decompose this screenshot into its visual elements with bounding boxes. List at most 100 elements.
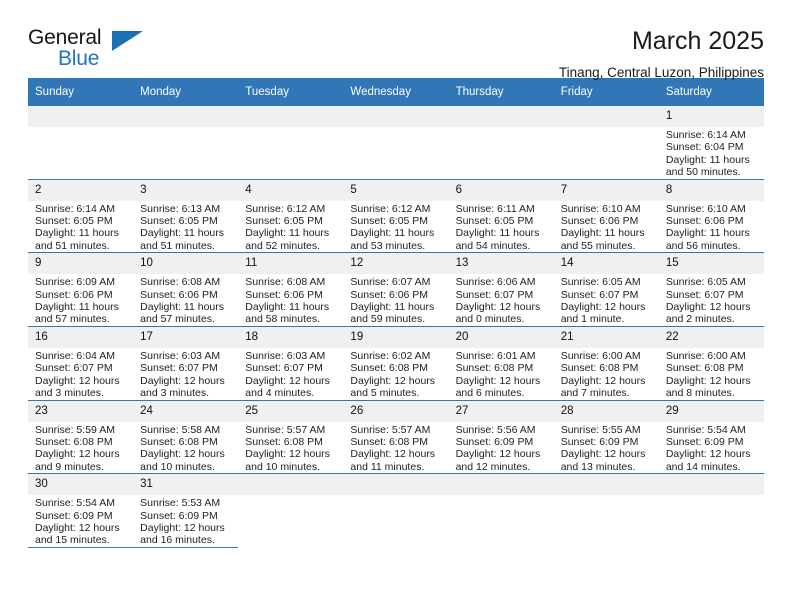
calendar-day-cell[interactable]: 28 Sunrise: 5:55 AM Sunset: 6:09 PM Dayligh… (553, 400, 659, 475)
day-sun-info: Sunrise: 6:12 AM Sunset: 6:05 PM Daylight:… (238, 201, 343, 253)
day-number: 14 (553, 253, 659, 275)
sunset-time: Sunset: 6:09 PM (35, 509, 113, 522)
day-sun-info: Sunrise: 6:06 AM Sunset: 6:07 PM Daylight:… (449, 274, 554, 326)
sunrise-time: Sunrise: 6:12 AM (350, 202, 431, 215)
calendar-day-cell-empty (133, 106, 239, 180)
day-number: 6 (448, 179, 554, 201)
sunrise-time: Sunrise: 5:58 AM (140, 423, 221, 436)
day-number (448, 474, 554, 496)
daylight-duration: Daylight: 12 hours and 5 minutes. (350, 374, 436, 400)
calendar-day-cell[interactable]: 15 Sunrise: 6:05 AM Sunset: 6:07 PM Dayligh… (658, 252, 764, 327)
calendar-day-cell-empty (448, 473, 554, 548)
calendar-day-cell[interactable]: 9 Sunrise: 6:09 AM Sunset: 6:06 PM Daylight… (28, 252, 134, 327)
day-sun-info: Sunrise: 5:54 AM Sunset: 6:09 PM Daylight:… (659, 422, 764, 474)
day-number: 8 (658, 179, 764, 201)
calendar-day-cell[interactable]: 3 Sunrise: 6:13 AM Sunset: 6:05 PM Daylight… (133, 179, 239, 254)
day-number (28, 106, 134, 127)
day-sun-info: Sunrise: 6:08 AM Sunset: 6:06 PM Daylight:… (133, 274, 238, 326)
day-sun-info: Sunrise: 5:54 AM Sunset: 6:09 PM Daylight:… (28, 495, 133, 547)
calendar-day-cell[interactable]: 25 Sunrise: 5:57 AM Sunset: 6:08 PM Dayligh… (238, 400, 344, 475)
calendar-day-cell-empty (343, 106, 449, 180)
sunrise-time: Sunrise: 5:57 AM (245, 423, 326, 436)
daylight-duration: Daylight: 12 hours and 4 minutes. (245, 374, 330, 400)
day-sun-info: Sunrise: 5:56 AM Sunset: 6:09 PM Daylight:… (449, 422, 554, 474)
day-sun-info: Sunrise: 6:08 AM Sunset: 6:06 PM Daylight:… (238, 274, 343, 326)
weekday-header-tuesday: Tuesday (238, 78, 344, 106)
sunset-time: Sunset: 6:08 PM (665, 362, 744, 375)
day-number: 23 (28, 400, 134, 422)
calendar-day-cell-empty (448, 106, 554, 180)
calendar-day-cell[interactable]: 10 Sunrise: 6:08 AM Sunset: 6:06 PM Dayligh… (133, 252, 239, 327)
sunset-time: Sunset: 6:05 PM (350, 215, 429, 228)
sunset-time: Sunset: 6:09 PM (665, 435, 744, 448)
calendar-day-cell[interactable]: 5 Sunrise: 6:12 AM Sunset: 6:05 PM Daylight… (343, 179, 449, 254)
calendar-day-cell[interactable]: 24 Sunrise: 5:58 AM Sunset: 6:08 PM Dayligh… (133, 400, 239, 475)
calendar-day-cell[interactable]: 26 Sunrise: 5:57 AM Sunset: 6:08 PM Dayligh… (343, 400, 449, 475)
day-number: 15 (658, 253, 764, 275)
sunset-time: Sunset: 6:06 PM (560, 215, 639, 228)
day-sun-info: Sunrise: 6:07 AM Sunset: 6:06 PM Daylight:… (343, 274, 448, 326)
daylight-duration: Daylight: 12 hours and 12 minutes. (455, 448, 541, 473)
day-number: 21 (553, 326, 659, 348)
daylight-duration: Daylight: 12 hours and 11 minutes. (350, 448, 436, 473)
day-number: 19 (343, 326, 449, 348)
calendar-week-row: 16 Sunrise: 6:04 AM Sunset: 6:07 PM Dayligh… (28, 326, 764, 401)
daylight-duration: Daylight: 11 hours and 50 minutes. (665, 153, 750, 179)
calendar-day-cell[interactable]: 20 Sunrise: 6:01 AM Sunset: 6:08 PM Dayligh… (448, 326, 554, 401)
day-number: 9 (28, 253, 134, 275)
day-number (343, 106, 449, 127)
calendar-day-cell[interactable]: 12 Sunrise: 6:07 AM Sunset: 6:06 PM Dayligh… (343, 252, 449, 327)
calendar-day-cell-empty (658, 473, 764, 548)
day-number: 7 (553, 179, 659, 201)
calendar-day-cell[interactable]: 4 Sunrise: 6:12 AM Sunset: 6:05 PM Daylight… (238, 179, 344, 254)
calendar-day-cell[interactable]: 19 Sunrise: 6:02 AM Sunset: 6:08 PM Dayligh… (343, 326, 449, 401)
calendar-day-cell[interactable]: 22 Sunrise: 6:00 AM Sunset: 6:08 PM Dayligh… (658, 326, 764, 401)
sunset-time: Sunset: 6:06 PM (140, 288, 218, 301)
sunrise-time: Sunrise: 5:56 AM (455, 423, 536, 436)
day-number (553, 106, 659, 127)
page-header: General Blue March 2025 Tinang, Central … (28, 0, 764, 80)
sunrise-time: Sunrise: 5:55 AM (560, 423, 641, 436)
sunset-time: Sunset: 6:05 PM (35, 215, 113, 228)
daylight-duration: Daylight: 12 hours and 7 minutes. (560, 374, 646, 400)
calendar-day-cell[interactable]: 23 Sunrise: 5:59 AM Sunset: 6:08 PM Dayligh… (28, 400, 134, 475)
calendar-day-cell-empty (553, 473, 659, 548)
day-sun-info: Sunrise: 6:04 AM Sunset: 6:07 PM Daylight:… (28, 348, 133, 400)
day-sun-info: Sunrise: 6:00 AM Sunset: 6:08 PM Daylight:… (554, 348, 659, 400)
daylight-duration: Daylight: 11 hours and 59 minutes. (350, 301, 435, 326)
sunset-time: Sunset: 6:06 PM (35, 288, 113, 301)
calendar-day-cell[interactable]: 6 Sunrise: 6:11 AM Sunset: 6:05 PM Daylight… (448, 179, 554, 254)
calendar-day-cell[interactable]: 14 Sunrise: 6:05 AM Sunset: 6:07 PM Dayligh… (553, 252, 659, 327)
calendar-day-cell[interactable]: 31 Sunrise: 5:53 AM Sunset: 6:09 PM Dayligh… (133, 473, 239, 548)
sunrise-time: Sunrise: 6:11 AM (455, 202, 535, 215)
calendar-day-cell[interactable]: 18 Sunrise: 6:03 AM Sunset: 6:07 PM Dayligh… (238, 326, 344, 401)
calendar-day-cell[interactable]: 29 Sunrise: 5:54 AM Sunset: 6:09 PM Dayligh… (658, 400, 764, 475)
day-sun-info: Sunrise: 6:10 AM Sunset: 6:06 PM Daylight:… (554, 201, 659, 253)
calendar-day-cell[interactable]: 27 Sunrise: 5:56 AM Sunset: 6:09 PM Dayligh… (448, 400, 554, 475)
calendar-day-cell[interactable]: 8 Sunrise: 6:10 AM Sunset: 6:06 PM Daylight… (658, 179, 764, 254)
daylight-duration: Daylight: 12 hours and 8 minutes. (665, 374, 751, 400)
calendar-day-cell[interactable]: 16 Sunrise: 6:04 AM Sunset: 6:07 PM Dayligh… (28, 326, 134, 401)
daylight-duration: Daylight: 12 hours and 16 minutes. (140, 521, 225, 547)
calendar-day-cell[interactable]: 11 Sunrise: 6:08 AM Sunset: 6:06 PM Dayligh… (238, 252, 344, 327)
sunset-time: Sunset: 6:09 PM (140, 509, 218, 522)
daylight-duration: Daylight: 11 hours and 55 minutes. (560, 227, 645, 252)
sunset-time: Sunset: 6:06 PM (665, 215, 744, 228)
day-number: 30 (28, 474, 134, 496)
sunrise-time: Sunrise: 6:03 AM (245, 349, 326, 362)
day-number: 13 (448, 253, 554, 275)
day-sun-info: Sunrise: 6:05 AM Sunset: 6:07 PM Daylight:… (659, 274, 764, 326)
calendar-day-cell[interactable]: 30 Sunrise: 5:54 AM Sunset: 6:09 PM Dayligh… (28, 473, 134, 548)
calendar-day-cell[interactable]: 7 Sunrise: 6:10 AM Sunset: 6:06 PM Daylight… (553, 179, 659, 254)
calendar-day-cell[interactable]: 1 Sunrise: 6:14 AM Sunset: 6:04 PM Daylight… (658, 106, 764, 180)
day-number: 1 (658, 106, 764, 127)
calendar-day-cell[interactable]: 17 Sunrise: 6:03 AM Sunset: 6:07 PM Dayligh… (133, 326, 239, 401)
calendar-day-cell[interactable]: 13 Sunrise: 6:06 AM Sunset: 6:07 PM Dayligh… (448, 252, 554, 327)
calendar-day-cell[interactable]: 21 Sunrise: 6:00 AM Sunset: 6:08 PM Dayligh… (553, 326, 659, 401)
weekday-header-sunday: Sunday (28, 78, 134, 106)
sunset-time: Sunset: 6:08 PM (140, 435, 218, 448)
day-sun-info: Sunrise: 6:01 AM Sunset: 6:08 PM Daylight:… (449, 348, 554, 400)
calendar-week-row: 2 Sunrise: 6:14 AM Sunset: 6:05 PM Daylight… (28, 179, 764, 254)
calendar-day-cell[interactable]: 2 Sunrise: 6:14 AM Sunset: 6:05 PM Daylight… (28, 179, 134, 254)
day-sun-info: Sunrise: 6:02 AM Sunset: 6:08 PM Daylight:… (343, 348, 448, 400)
